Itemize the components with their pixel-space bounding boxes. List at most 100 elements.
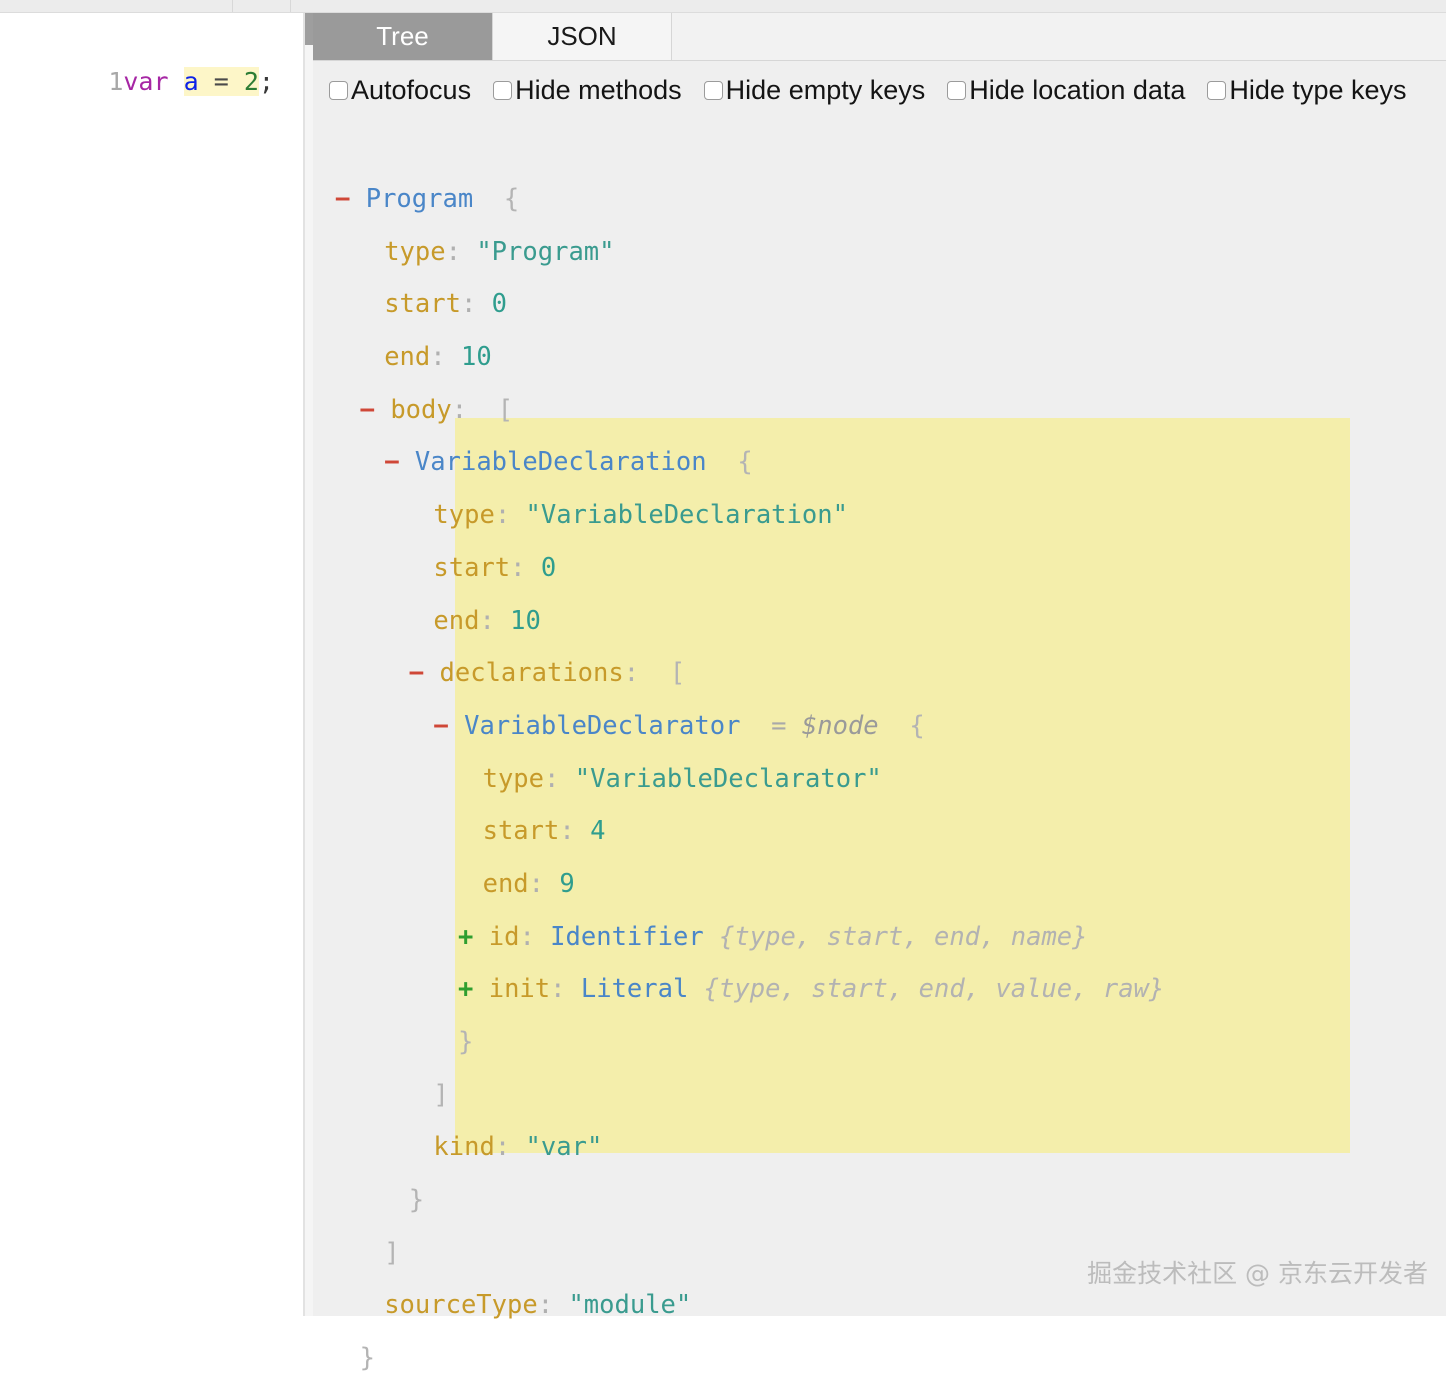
- tree-options: Autofocus Hide methods Hide empty keys H…: [313, 61, 1446, 111]
- ast-row-content: − Program {: [313, 173, 519, 226]
- ast-row-content: kind: "var": [313, 1121, 602, 1174]
- ast-key: start: [483, 816, 560, 846]
- ast-key: init: [489, 974, 550, 1004]
- ast-colon: :: [544, 764, 575, 794]
- ast-key: end: [483, 869, 529, 899]
- ast-close-bracket: }: [458, 1027, 473, 1057]
- token-keyword-var: var: [123, 67, 168, 96]
- tab-bar: Tree JSON: [313, 13, 1446, 61]
- ast-row-content: start: 4: [313, 805, 605, 858]
- ast-row-content: − VariableDeclaration {: [313, 436, 753, 489]
- collapse-toggle-icon[interactable]: −: [384, 447, 415, 477]
- collapse-toggle-icon[interactable]: −: [360, 395, 391, 425]
- ast-value: "VariableDeclaration": [526, 500, 848, 530]
- ast-key: kind: [433, 1132, 494, 1162]
- ast-row-content: start: 0: [313, 278, 507, 331]
- ast-colon: :: [461, 289, 492, 319]
- ast-row-content: type: "VariableDeclarator": [313, 753, 882, 806]
- ast-colon: :: [452, 395, 483, 425]
- option-autofocus-label: Autofocus: [351, 75, 471, 105]
- checkbox-hide-methods[interactable]: [493, 81, 512, 100]
- ast-key: end: [384, 342, 430, 372]
- ast-row-content: ]: [313, 1227, 400, 1280]
- expand-toggle-icon[interactable]: +: [458, 974, 489, 1004]
- tab-tree[interactable]: Tree: [313, 13, 493, 60]
- ast-variable-name: $node: [802, 711, 879, 741]
- ast-row-content: start: 0: [313, 542, 556, 595]
- ast-close-bracket: ]: [433, 1080, 448, 1110]
- ast-close-bracket: }: [360, 1343, 375, 1373]
- tab-json[interactable]: JSON: [493, 13, 672, 60]
- ast-close-bracket: }: [409, 1185, 424, 1215]
- editor-scrollbar-thumb[interactable]: [305, 13, 313, 45]
- collapse-toggle-icon[interactable]: −: [433, 711, 464, 741]
- ast-row-content: end: 10: [313, 595, 541, 648]
- tree-options-row: Autofocus Hide methods Hide empty keys H…: [329, 75, 1446, 111]
- option-autofocus[interactable]: Autofocus: [329, 75, 471, 105]
- tab-json-label: JSON: [547, 21, 616, 52]
- checkbox-hide-empty-keys[interactable]: [704, 81, 723, 100]
- option-hide-methods[interactable]: Hide methods: [493, 75, 682, 105]
- ast-value: 4: [590, 816, 605, 846]
- ast-value: 10: [461, 342, 492, 372]
- ast-row-content: }: [313, 1016, 473, 1069]
- tab-tree-label: Tree: [376, 21, 429, 52]
- ast-key: start: [384, 289, 461, 319]
- code-line-1[interactable]: 1var a = 2;: [0, 22, 274, 62]
- ast-key: type: [433, 500, 494, 530]
- ast-node-name: VariableDeclarator: [464, 711, 740, 741]
- ast-key: end: [433, 606, 479, 636]
- ast-assign-operator: =: [740, 711, 801, 741]
- ast-open-bracket: {: [707, 447, 753, 477]
- ast-row-content: end: 9: [313, 858, 575, 911]
- checkbox-hide-type-keys[interactable]: [1207, 81, 1226, 100]
- ast-row-content: ]: [313, 1069, 449, 1122]
- ast-row-content: }: [313, 1332, 375, 1385]
- ast-explorer-window: 1var a = 2; Tree JSON Autofocus: [0, 0, 1446, 1316]
- ast-open-bracket: [: [482, 395, 513, 425]
- ast-value: "var": [526, 1132, 603, 1162]
- option-hide-type-keys[interactable]: Hide type keys: [1207, 75, 1406, 105]
- option-hide-empty-keys[interactable]: Hide empty keys: [704, 75, 926, 105]
- ast-row-content: type: "VariableDeclaration": [313, 489, 848, 542]
- checkbox-autofocus[interactable]: [329, 81, 348, 100]
- source-code-editor[interactable]: 1var a = 2;: [0, 13, 303, 1316]
- ast-tree[interactable]: − Program {type: "Program"start: 0end: 1…: [313, 173, 1446, 1316]
- editor-scrollbar-track[interactable]: [305, 13, 313, 1316]
- ast-key: type: [384, 237, 445, 267]
- option-hide-location-data-label: Hide location data: [969, 75, 1185, 105]
- ast-tree-row[interactable]: }: [313, 1332, 1446, 1385]
- ast-colon: :: [495, 500, 526, 530]
- ast-colon: :: [519, 922, 550, 952]
- ast-row-content: − VariableDeclarator = $node {: [313, 700, 925, 753]
- ast-value: 10: [510, 606, 541, 636]
- ast-node-name: VariableDeclaration: [415, 447, 707, 477]
- ast-colon: :: [430, 342, 461, 372]
- ast-key: body: [390, 395, 451, 425]
- collapse-toggle-icon[interactable]: −: [409, 658, 440, 688]
- ast-tree-row[interactable]: − Program {: [313, 173, 1446, 226]
- window-top-strip: [0, 0, 1446, 13]
- ast-colon: :: [479, 606, 510, 636]
- ast-node-name: Identifier: [550, 922, 704, 952]
- option-hide-location-data[interactable]: Hide location data: [947, 75, 1185, 105]
- ast-value: 9: [559, 869, 574, 899]
- ast-colon: :: [529, 869, 560, 899]
- ast-tree-row[interactable]: }: [313, 1174, 1446, 1227]
- ast-row-content: }: [313, 1174, 424, 1227]
- tab-bar-filler: [672, 13, 1446, 60]
- ast-panel: Tree JSON Autofocus Hide methods: [313, 13, 1446, 1316]
- ast-node-name: Literal: [581, 974, 688, 1004]
- ast-key: declarations: [440, 658, 624, 688]
- collapse-toggle-icon[interactable]: −: [335, 184, 366, 214]
- ast-open-bracket: {: [879, 711, 925, 741]
- ast-value: "VariableDeclarator": [575, 764, 882, 794]
- ast-node-name: Program: [366, 184, 473, 214]
- ast-row-content: − declarations: [: [313, 647, 685, 700]
- ast-tree-row[interactable]: type: "Program": [313, 226, 1446, 279]
- ast-tree-row[interactable]: end: 10: [313, 331, 1446, 384]
- ast-tree-row[interactable]: start: 0: [313, 278, 1446, 331]
- token-semicolon: ;: [259, 67, 274, 96]
- expand-toggle-icon[interactable]: +: [458, 922, 489, 952]
- checkbox-hide-location-data[interactable]: [947, 81, 966, 100]
